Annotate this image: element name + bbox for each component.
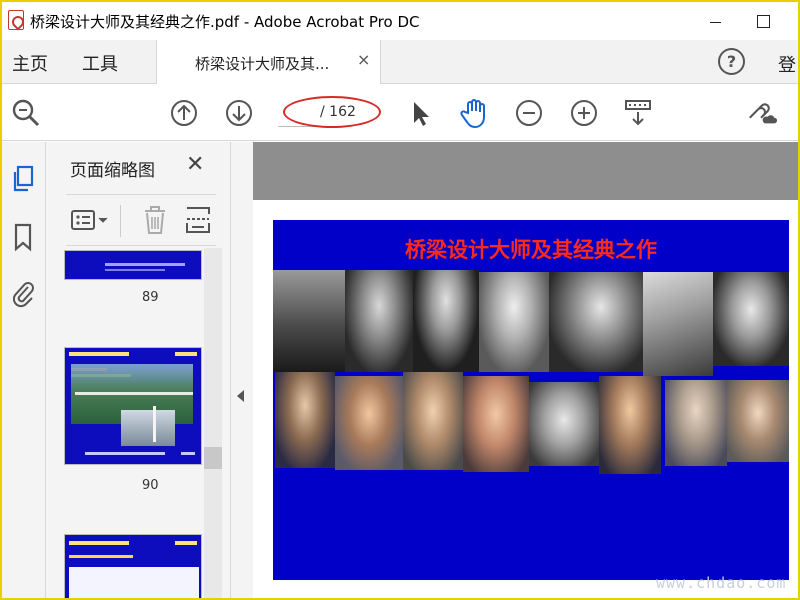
portrait-photo [727, 380, 789, 462]
portrait-photo [463, 376, 529, 472]
page-gap [253, 142, 798, 200]
search-icon[interactable] [10, 97, 42, 129]
page-up-icon[interactable] [168, 97, 200, 129]
thumbnail-page-90[interactable] [64, 347, 202, 465]
thumbnail-label: 90 [142, 478, 159, 493]
tab-document[interactable]: 桥梁设计大师及其... × [156, 40, 381, 84]
scroll-mode-icon[interactable] [622, 97, 654, 129]
portrait-photo [529, 382, 599, 466]
minimize-button[interactable] [702, 8, 728, 34]
portrait-photo [273, 270, 345, 372]
thumbnail-tools [66, 194, 216, 246]
left-rail [2, 142, 46, 598]
window-title: 桥梁设计大师及其经典之作.pdf - Adobe Acrobat Pro DC [30, 13, 420, 31]
delete-icon[interactable] [142, 205, 168, 239]
tab-bar: 主页 工具 桥梁设计大师及其... × ? 登 [2, 40, 798, 84]
tab-close-icon[interactable]: × [357, 50, 370, 69]
close-icon[interactable]: ✕ [186, 152, 204, 177]
tool-divider [120, 205, 121, 237]
hand-icon[interactable] [458, 97, 490, 129]
watermark-text: www.chdao.com [656, 574, 787, 592]
attachment-icon[interactable] [10, 278, 36, 308]
portrait-photo [275, 372, 335, 468]
thumbnail-options-icon[interactable] [70, 209, 114, 237]
zoom-in-icon[interactable] [568, 97, 600, 129]
zoom-out-icon[interactable] [513, 97, 545, 129]
bookmark-icon[interactable] [10, 222, 36, 252]
title-bar: 桥梁设计大师及其经典之作.pdf - Adobe Acrobat Pro DC [2, 2, 798, 40]
portrait-photo [413, 270, 479, 372]
portrait-photo [345, 270, 413, 372]
page-down-icon[interactable] [223, 97, 255, 129]
thumbnail-panel: 页面缩略图 ✕ 89 90 [46, 142, 231, 598]
thumbnail-scrollbar[interactable] [204, 248, 222, 598]
portrait-photo [403, 372, 463, 470]
pdf-page: 桥梁设计大师及其经典之作 [273, 220, 789, 580]
portrait-photo [335, 376, 403, 470]
slide-title: 桥梁设计大师及其经典之作 [405, 238, 657, 262]
annotation-ellipse [283, 96, 381, 128]
link-cloud-icon[interactable] [746, 97, 778, 129]
panel-title: 页面缩略图 [70, 161, 155, 181]
tab-document-label: 桥梁设计大师及其... [195, 55, 330, 73]
thumbnail-scrollbar-thumb[interactable] [204, 447, 222, 469]
thumbnail-label: 89 [142, 290, 159, 305]
tab-home[interactable]: 主页 [12, 50, 48, 76]
portrait-photo [713, 272, 789, 366]
thumbnail-page-91[interactable] [64, 534, 202, 598]
help-icon[interactable]: ? [718, 48, 745, 75]
toolbar: / 162 [2, 85, 798, 141]
portrait-photo [479, 272, 549, 372]
tab-tools[interactable]: 工具 [82, 50, 118, 76]
thumbnail-page-89[interactable] [64, 250, 202, 280]
extract-icon[interactable] [184, 205, 212, 239]
maximize-button[interactable] [750, 8, 776, 34]
sign-in-button[interactable]: 登 [778, 51, 796, 77]
panel-collapse-strip[interactable] [231, 142, 253, 598]
document-view: 桥梁设计大师及其经典之作 [253, 142, 798, 598]
portrait-photo [643, 272, 713, 376]
chevron-left-icon[interactable] [237, 390, 244, 402]
portrait-photo [599, 376, 661, 474]
app-window: 桥梁设计大师及其经典之作.pdf - Adobe Acrobat Pro DC … [0, 0, 800, 600]
select-arrow-icon[interactable] [404, 97, 436, 129]
pages-icon[interactable] [10, 164, 36, 192]
acrobat-app-icon [8, 10, 24, 30]
portrait-photo [665, 380, 727, 466]
portrait-photo [549, 272, 643, 372]
